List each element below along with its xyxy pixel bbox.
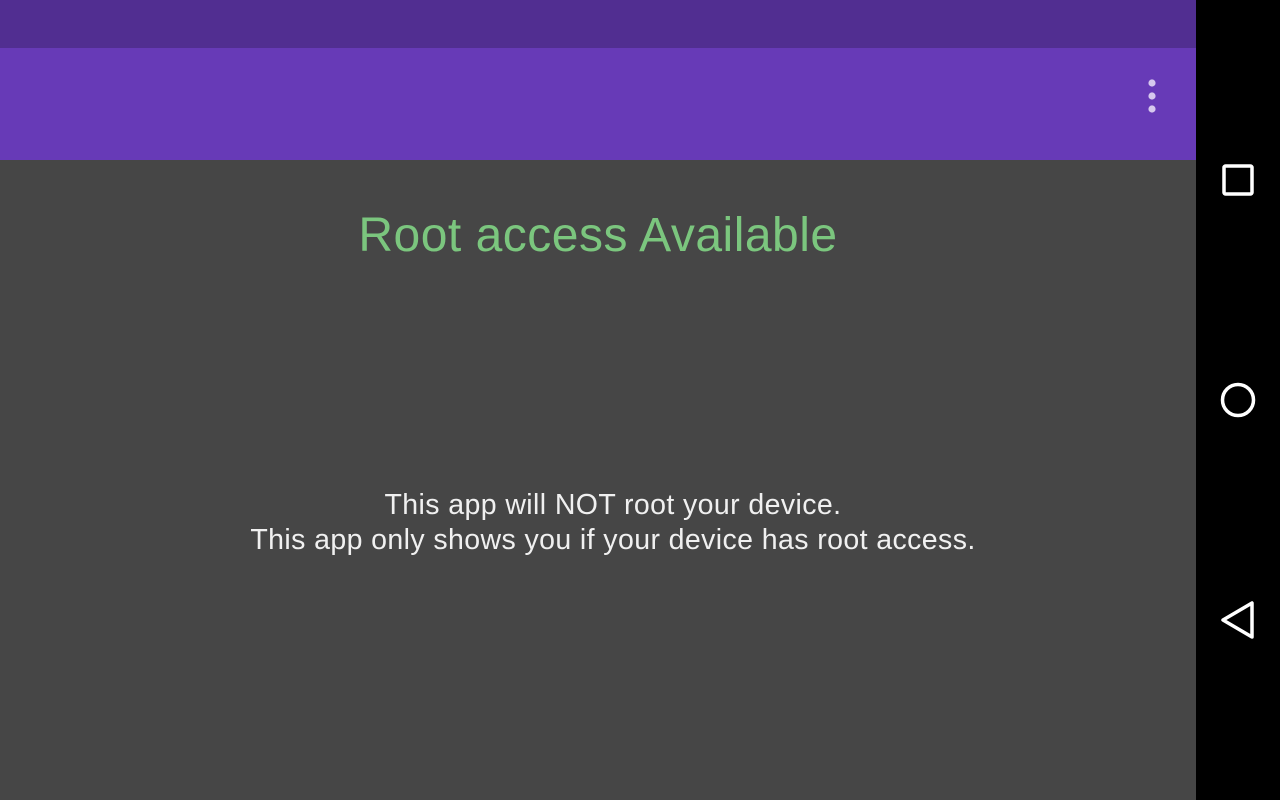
app-toolbar (0, 48, 1196, 160)
triangle-back-icon (1221, 601, 1254, 639)
navigation-bar (1196, 0, 1280, 800)
disclaimer-text: This app will NOT root your device. This… (0, 488, 1226, 558)
root-status-text: Root access Available (358, 209, 838, 262)
home-button[interactable] (1196, 352, 1280, 448)
square-icon (1222, 164, 1254, 196)
recents-button[interactable] (1196, 132, 1280, 228)
app-window: Root access Available This app will NOT … (0, 0, 1196, 800)
disclaimer-line-2: This app only shows you if your device h… (250, 524, 976, 556)
device-screen: Root access Available This app will NOT … (0, 0, 1280, 800)
back-button[interactable] (1196, 572, 1280, 668)
overflow-menu-button[interactable] (1130, 72, 1174, 120)
status-bar (0, 0, 1196, 48)
disclaimer-line-1: This app will NOT root your device. (384, 489, 842, 521)
more-vert-icon (1148, 79, 1156, 113)
main-content: Root access Available This app will NOT … (0, 160, 1196, 800)
circle-icon (1220, 382, 1256, 418)
